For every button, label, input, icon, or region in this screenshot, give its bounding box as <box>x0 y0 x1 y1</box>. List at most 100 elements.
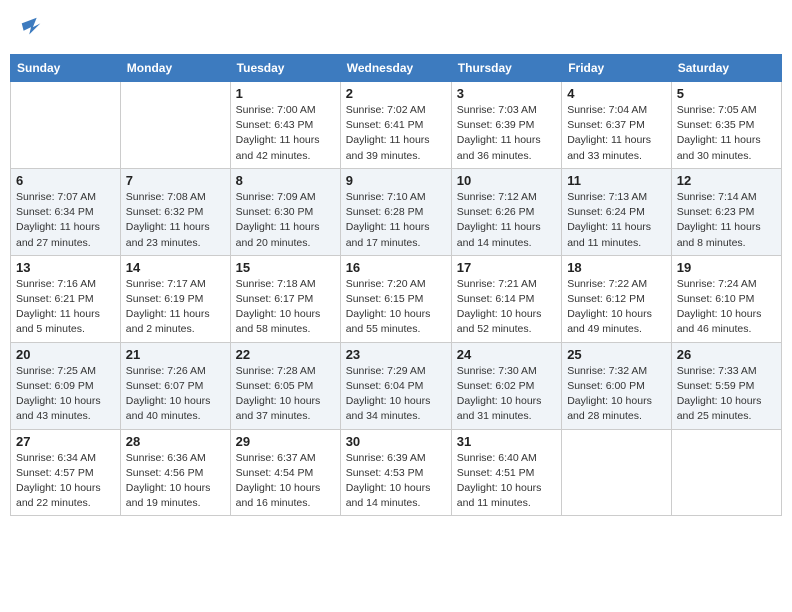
day-header-friday: Friday <box>562 55 672 82</box>
day-info: Sunrise: 7:04 AM Sunset: 6:37 PM Dayligh… <box>567 103 666 164</box>
day-info: Sunrise: 7:32 AM Sunset: 6:00 PM Dayligh… <box>567 364 666 425</box>
day-number: 6 <box>16 173 115 188</box>
day-number: 12 <box>677 173 776 188</box>
day-number: 4 <box>567 86 666 101</box>
day-info: Sunrise: 7:02 AM Sunset: 6:41 PM Dayligh… <box>346 103 446 164</box>
day-header-monday: Monday <box>120 55 230 82</box>
day-header-wednesday: Wednesday <box>340 55 451 82</box>
day-number: 8 <box>236 173 335 188</box>
day-number: 7 <box>126 173 225 188</box>
calendar-cell: 24 Sunrise: 7:30 AM Sunset: 6:02 PM Dayli… <box>451 342 561 429</box>
day-header-saturday: Saturday <box>671 55 781 82</box>
day-number: 28 <box>126 434 225 449</box>
calendar-cell: 11Sunrise: 7:13 AM Sunset: 6:24 PM Dayli… <box>562 168 672 255</box>
day-number: 31 <box>457 434 556 449</box>
calendar-cell: 1 Sunrise: 7:00 AM Sunset: 6:43 PM Daylig… <box>230 82 340 169</box>
day-info: Sunrise: 7:33 AM Sunset: 5:59 PM Dayligh… <box>677 364 776 425</box>
day-info: Sunrise: 7:13 AM Sunset: 6:24 PM Dayligh… <box>567 190 666 251</box>
day-info: Sunrise: 7:21 AM Sunset: 6:14 PM Dayligh… <box>457 277 556 338</box>
day-number: 29 <box>236 434 335 449</box>
day-number: 5 <box>677 86 776 101</box>
day-number: 24 <box>457 347 556 362</box>
day-number: 3 <box>457 86 556 101</box>
day-number: 9 <box>346 173 446 188</box>
day-info: Sunrise: 7:03 AM Sunset: 6:39 PM Dayligh… <box>457 103 556 164</box>
day-number: 15 <box>236 260 335 275</box>
day-info: Sunrise: 7:17 AM Sunset: 6:19 PM Dayligh… <box>126 277 225 338</box>
calendar-week-row: 27Sunrise: 6:34 AM Sunset: 4:57 PM Dayli… <box>11 429 782 516</box>
day-info: Sunrise: 6:37 AM Sunset: 4:54 PM Dayligh… <box>236 451 335 512</box>
day-number: 16 <box>346 260 446 275</box>
calendar-cell: 28 Sunrise: 6:36 AM Sunset: 4:56 PM Dayli… <box>120 429 230 516</box>
day-number: 21 <box>126 347 225 362</box>
day-info: Sunrise: 7:30 AM Sunset: 6:02 PM Dayligh… <box>457 364 556 425</box>
day-info: Sunrise: 7:28 AM Sunset: 6:05 PM Dayligh… <box>236 364 335 425</box>
calendar-cell: 7 Sunrise: 7:08 AM Sunset: 6:32 PM Daylig… <box>120 168 230 255</box>
calendar-cell: 25 Sunrise: 7:32 AM Sunset: 6:00 PM Dayli… <box>562 342 672 429</box>
calendar-cell: 29 Sunrise: 6:37 AM Sunset: 4:54 PM Dayli… <box>230 429 340 516</box>
day-info: Sunrise: 7:16 AM Sunset: 6:21 PM Dayligh… <box>16 277 115 338</box>
calendar-week-row: 1 Sunrise: 7:00 AM Sunset: 6:43 PM Daylig… <box>11 82 782 169</box>
day-number: 2 <box>346 86 446 101</box>
calendar-cell: 22 Sunrise: 7:28 AM Sunset: 6:05 PM Dayli… <box>230 342 340 429</box>
day-number: 14 <box>126 260 225 275</box>
calendar-cell: 12 Sunrise: 7:14 AM Sunset: 6:23 PM Dayli… <box>671 168 781 255</box>
day-info: Sunrise: 7:24 AM Sunset: 6:10 PM Dayligh… <box>677 277 776 338</box>
day-header-thursday: Thursday <box>451 55 561 82</box>
page-header <box>10 10 782 46</box>
logo-icon <box>18 14 46 42</box>
calendar-cell: 26 Sunrise: 7:33 AM Sunset: 5:59 PM Dayli… <box>671 342 781 429</box>
calendar-cell: 2 Sunrise: 7:02 AM Sunset: 6:41 PM Daylig… <box>340 82 451 169</box>
day-header-sunday: Sunday <box>11 55 121 82</box>
day-info: Sunrise: 7:14 AM Sunset: 6:23 PM Dayligh… <box>677 190 776 251</box>
calendar-header-row: SundayMondayTuesdayWednesdayThursdayFrid… <box>11 55 782 82</box>
day-info: Sunrise: 6:39 AM Sunset: 4:53 PM Dayligh… <box>346 451 446 512</box>
calendar-cell: 3 Sunrise: 7:03 AM Sunset: 6:39 PM Daylig… <box>451 82 561 169</box>
logo <box>18 14 48 42</box>
day-number: 19 <box>677 260 776 275</box>
calendar-cell: 18 Sunrise: 7:22 AM Sunset: 6:12 PM Dayli… <box>562 255 672 342</box>
day-number: 26 <box>677 347 776 362</box>
calendar-cell <box>120 82 230 169</box>
day-number: 20 <box>16 347 115 362</box>
day-number: 25 <box>567 347 666 362</box>
calendar-cell: 6 Sunrise: 7:07 AM Sunset: 6:34 PM Daylig… <box>11 168 121 255</box>
calendar-table: SundayMondayTuesdayWednesdayThursdayFrid… <box>10 54 782 516</box>
day-info: Sunrise: 7:00 AM Sunset: 6:43 PM Dayligh… <box>236 103 335 164</box>
day-info: Sunrise: 7:26 AM Sunset: 6:07 PM Dayligh… <box>126 364 225 425</box>
calendar-cell: 5 Sunrise: 7:05 AM Sunset: 6:35 PM Daylig… <box>671 82 781 169</box>
calendar-cell: 10 Sunrise: 7:12 AM Sunset: 6:26 PM Dayli… <box>451 168 561 255</box>
calendar-cell: 17Sunrise: 7:21 AM Sunset: 6:14 PM Dayli… <box>451 255 561 342</box>
day-info: Sunrise: 7:09 AM Sunset: 6:30 PM Dayligh… <box>236 190 335 251</box>
calendar-cell: 4 Sunrise: 7:04 AM Sunset: 6:37 PM Daylig… <box>562 82 672 169</box>
calendar-cell: 27Sunrise: 6:34 AM Sunset: 4:57 PM Dayli… <box>11 429 121 516</box>
calendar-cell <box>671 429 781 516</box>
day-info: Sunrise: 7:08 AM Sunset: 6:32 PM Dayligh… <box>126 190 225 251</box>
day-info: Sunrise: 7:22 AM Sunset: 6:12 PM Dayligh… <box>567 277 666 338</box>
calendar-cell: 9 Sunrise: 7:10 AM Sunset: 6:28 PM Daylig… <box>340 168 451 255</box>
day-number: 30 <box>346 434 446 449</box>
day-info: Sunrise: 7:07 AM Sunset: 6:34 PM Dayligh… <box>16 190 115 251</box>
calendar-cell: 20 Sunrise: 7:25 AM Sunset: 6:09 PM Dayli… <box>11 342 121 429</box>
day-info: Sunrise: 7:05 AM Sunset: 6:35 PM Dayligh… <box>677 103 776 164</box>
day-info: Sunrise: 6:40 AM Sunset: 4:51 PM Dayligh… <box>457 451 556 512</box>
day-number: 22 <box>236 347 335 362</box>
day-info: Sunrise: 7:10 AM Sunset: 6:28 PM Dayligh… <box>346 190 446 251</box>
day-info: Sunrise: 7:29 AM Sunset: 6:04 PM Dayligh… <box>346 364 446 425</box>
calendar-cell: 21 Sunrise: 7:26 AM Sunset: 6:07 PM Dayli… <box>120 342 230 429</box>
day-info: Sunrise: 7:25 AM Sunset: 6:09 PM Dayligh… <box>16 364 115 425</box>
calendar-week-row: 20 Sunrise: 7:25 AM Sunset: 6:09 PM Dayli… <box>11 342 782 429</box>
calendar-cell: 15Sunrise: 7:18 AM Sunset: 6:17 PM Dayli… <box>230 255 340 342</box>
day-info: Sunrise: 6:36 AM Sunset: 4:56 PM Dayligh… <box>126 451 225 512</box>
day-number: 27 <box>16 434 115 449</box>
calendar-week-row: 6 Sunrise: 7:07 AM Sunset: 6:34 PM Daylig… <box>11 168 782 255</box>
day-info: Sunrise: 7:12 AM Sunset: 6:26 PM Dayligh… <box>457 190 556 251</box>
calendar-cell: 13Sunrise: 7:16 AM Sunset: 6:21 PM Dayli… <box>11 255 121 342</box>
calendar-cell: 16Sunrise: 7:20 AM Sunset: 6:15 PM Dayli… <box>340 255 451 342</box>
day-number: 1 <box>236 86 335 101</box>
day-number: 10 <box>457 173 556 188</box>
day-number: 18 <box>567 260 666 275</box>
calendar-cell: 8 Sunrise: 7:09 AM Sunset: 6:30 PM Daylig… <box>230 168 340 255</box>
calendar-cell <box>11 82 121 169</box>
calendar-cell: 30 Sunrise: 6:39 AM Sunset: 4:53 PM Dayli… <box>340 429 451 516</box>
